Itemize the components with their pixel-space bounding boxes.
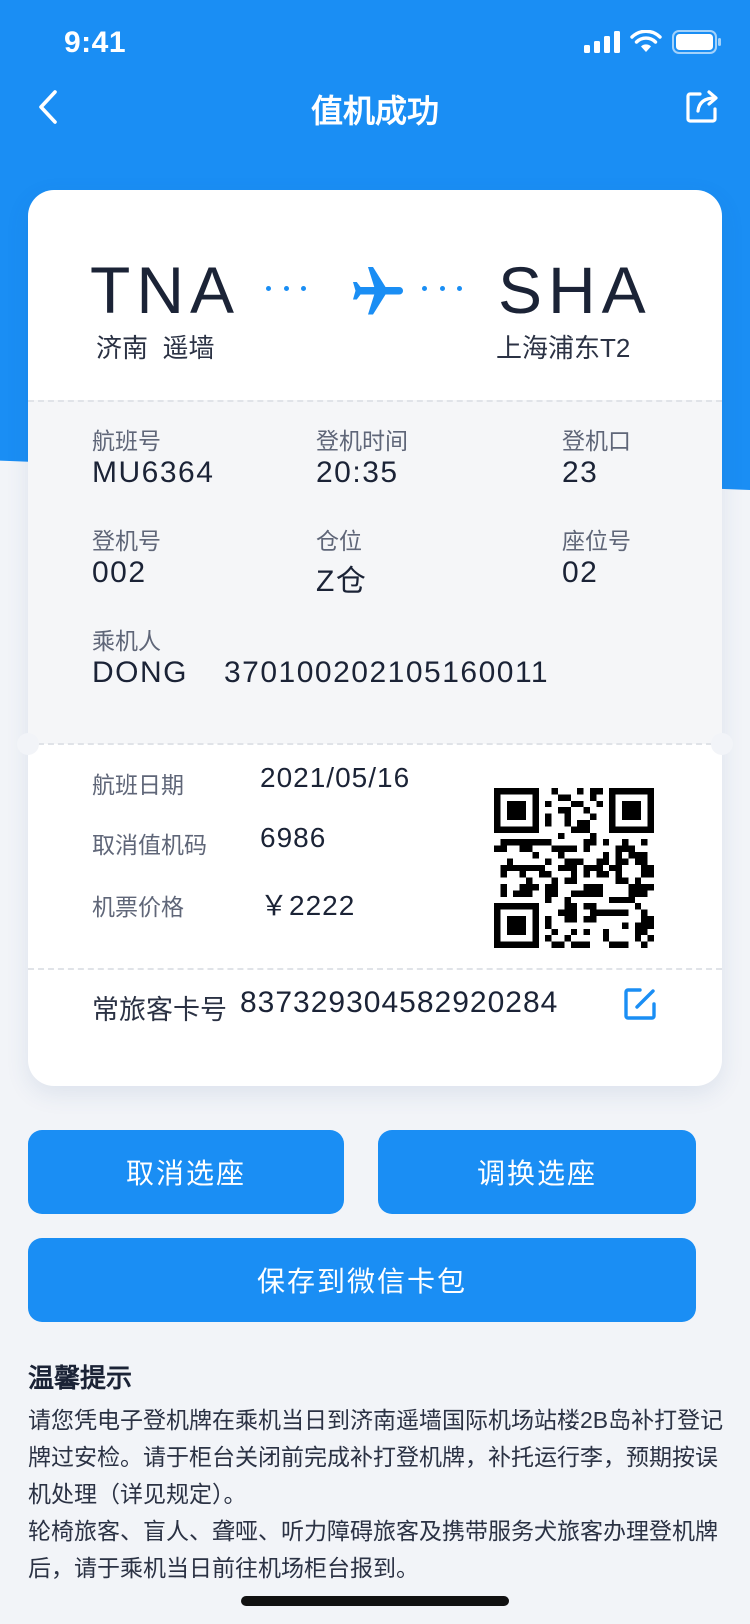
flight-date-label: 航班日期 xyxy=(92,772,184,798)
divider xyxy=(28,968,722,970)
signal-icon xyxy=(584,31,620,53)
divider xyxy=(28,400,722,402)
passenger-label: 乘机人 xyxy=(92,628,161,654)
cancel-code: 6986 xyxy=(260,822,327,853)
route-dots-left xyxy=(266,286,306,294)
flight-number-label: 航班号 xyxy=(92,428,161,454)
qr-code xyxy=(494,788,654,948)
boarding-pass-card: TNA 济南 遥墙 SHA 上海浦东T2 航班号 MU6364 登机时间 20:… xyxy=(17,190,733,1086)
origin-code: TNA xyxy=(90,253,240,327)
change-seat-button[interactable]: 调换选座 xyxy=(378,1130,696,1214)
price-label: 机票价格 xyxy=(92,894,184,920)
seat-label: 座位号 xyxy=(562,528,631,554)
frequent-flyer-label: 常旅客卡号 xyxy=(92,995,227,1025)
cabin: Z仓 xyxy=(316,565,368,598)
destination-name: 上海浦东T2 xyxy=(496,333,631,363)
cancel-code-label: 取消值机码 xyxy=(92,832,207,858)
flight-number: MU6364 xyxy=(92,456,215,489)
passenger-id: 370100202105160011 xyxy=(224,656,550,689)
flight-date: 2021/05/16 xyxy=(260,762,411,793)
battery-icon xyxy=(672,30,721,54)
page-title: 值机成功 xyxy=(310,93,439,129)
tips-paragraph: 轮椅旅客、盲人、聋哑、听力障碍旅客及携带服务犬旅客办理登机牌后，请于乘机当日前往… xyxy=(28,1518,718,1581)
tips-body: 请您凭电子登机牌在乘机当日到济南遥墙国际机场站楼2B岛补打登记牌过安检。请于柜台… xyxy=(28,1402,728,1587)
share-icon xyxy=(686,90,718,123)
passenger-name: DONG xyxy=(92,656,188,689)
status-bar: 9:41 xyxy=(0,0,750,90)
ticket-price: ￥2222 xyxy=(260,890,356,921)
gate: 23 xyxy=(562,456,599,489)
ticket-notch-right xyxy=(711,733,733,755)
gate-label: 登机口 xyxy=(562,428,631,454)
wifi-icon xyxy=(630,30,662,52)
status-time: 9:41 xyxy=(64,26,127,59)
destination-code: SHA xyxy=(498,253,652,327)
seat: 02 xyxy=(562,556,599,589)
boarding-number: 002 xyxy=(92,556,147,589)
cancel-seat-button[interactable]: 取消选座 xyxy=(28,1130,344,1214)
share-button[interactable] xyxy=(682,84,722,130)
nav-bar: 值机成功 xyxy=(0,82,750,132)
edit-icon xyxy=(624,988,656,1020)
plane-icon xyxy=(353,267,403,315)
origin-name: 济南 遥墙 xyxy=(96,333,215,363)
status-icons xyxy=(584,30,722,54)
divider xyxy=(28,743,722,745)
tips-paragraph: 请您凭电子登机牌在乘机当日到济南遥墙国际机场站楼2B岛补打登记牌过安检。请于柜台… xyxy=(28,1407,724,1507)
cabin-label: 仓位 xyxy=(316,528,362,554)
boarding-number-label: 登机号 xyxy=(92,528,161,554)
edit-frequent-flyer-button[interactable] xyxy=(620,984,660,1024)
frequent-flyer-number: 837329304582920284 xyxy=(240,986,559,1019)
route-dots-right xyxy=(422,286,462,294)
ticket-notch-left xyxy=(17,733,39,755)
page: 9:41 值机成功 TNA 济南 遥墙 SHA 上海浦东T2 航班号 MU636… xyxy=(0,0,750,1624)
home-indicator[interactable] xyxy=(241,1596,509,1606)
tips-title: 温馨提示 xyxy=(28,1363,133,1393)
boarding-time: 20:35 xyxy=(316,456,399,489)
save-to-wechat-button[interactable]: 保存到微信卡包 xyxy=(28,1238,696,1322)
boarding-time-label: 登机时间 xyxy=(316,428,408,454)
